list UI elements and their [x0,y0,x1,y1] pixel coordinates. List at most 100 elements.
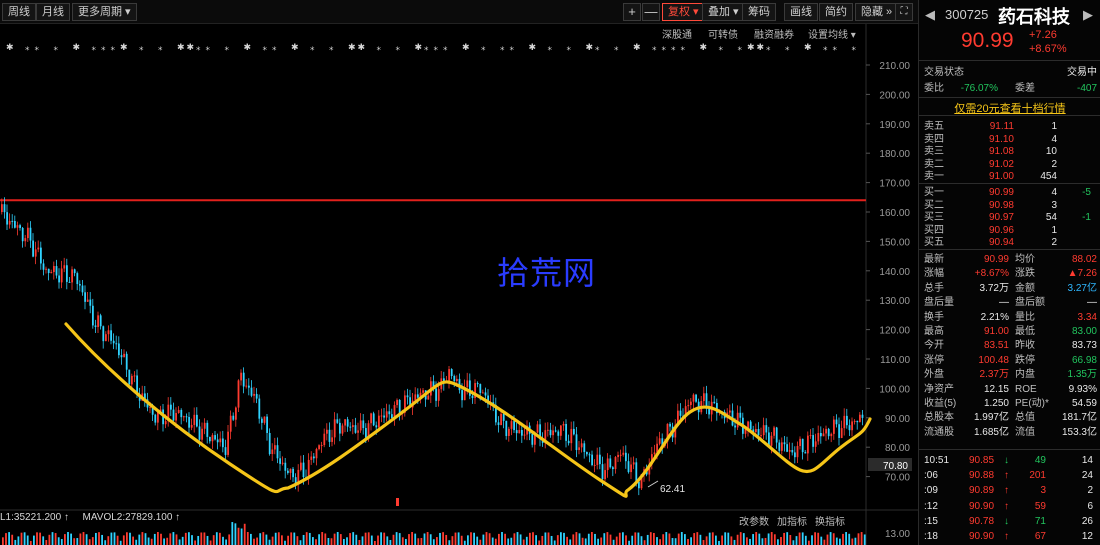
tab-convertible-bond[interactable]: 可转债 [708,26,738,41]
candle-down [40,247,42,264]
next-stock-icon[interactable]: ▶ [1083,7,1093,23]
event-marker-icon: ⁎ [567,43,572,53]
more-periods-button[interactable]: 更多周期 ▾ [72,3,137,21]
volume-bar [395,532,398,545]
volume-bar [355,534,358,545]
volume-tick-label: 13.00 [885,529,910,540]
candle-down [128,369,131,385]
candle-down [461,390,463,401]
ask-row[interactable]: 卖三 91.08 10 [919,145,1100,158]
event-marker-icon: ✱ [586,43,594,53]
tab-margin-trading[interactable]: 融资融券 [754,26,794,41]
event-marker-icon: ⁎ [662,43,667,53]
volume-bar [33,535,35,545]
upgrade-level2-link[interactable]: 仅需20元查看十档行情 [919,100,1100,116]
candle-up [622,452,625,455]
candle-up [133,375,136,377]
bid-row[interactable]: 买四 90.96 1 [919,224,1100,237]
webi-row: 委比 -76.07% 委差 -407 [924,83,1097,94]
tab-hk-connect[interactable]: 深股通 [662,26,692,41]
volume-bar [268,539,271,545]
switch-indicator-link[interactable]: 换指标 [815,513,845,528]
candle-up [422,390,424,393]
volume-bar [863,534,866,545]
candle-down [820,433,822,437]
adjust-button[interactable]: 复权 ▾ [662,3,705,21]
ask-row[interactable]: 卖一 91.00 454 [919,170,1100,183]
fullscreen-icon[interactable]: ⛶ [895,3,913,21]
volume-bar [417,538,420,545]
candle-up [97,315,99,328]
candle-down [242,372,245,387]
candle-down [185,416,188,418]
period-week-button[interactable]: 周线 [2,3,36,21]
volume-bar [690,537,692,545]
event-marker-icon: ✱ [747,43,755,53]
zoom-out-button[interactable]: — [642,3,660,21]
candle-down [502,413,505,421]
candle-up [448,369,450,382]
candle-up [16,225,19,228]
overlay-button[interactable]: 叠加 ▾ [702,3,745,21]
candle-up [34,249,37,257]
volume-bar [789,534,792,545]
volume-bar [711,532,714,545]
candle-down [32,240,34,257]
volume-bar [265,534,268,545]
candle-up [687,405,690,407]
volume-bar [835,537,838,545]
event-marker-icon: ⁎ [329,43,334,53]
bid-row[interactable]: 买五 90.94 2 [919,236,1100,249]
current-price-label: 70.80 [883,461,908,472]
volume-bar [203,532,206,545]
volume-bar [829,532,832,545]
volume-bar [420,537,423,545]
candle-up [190,424,193,428]
bid-row[interactable]: 买一 90.99 4 -5 [919,186,1100,199]
stock-name: 药石科技 [998,7,1070,27]
candle-down [92,305,94,326]
candle-up [690,401,692,406]
prev-stock-icon[interactable]: ◀ [925,7,935,23]
volume-bar [23,532,26,545]
volume-bar [352,532,355,545]
candle-down [42,263,45,270]
candle-up [123,353,125,358]
candle-up [658,438,661,444]
kline-chart[interactable]: 210.00 200.00 190.00 180.00 170.00 160.00 150.… [0,24,918,545]
period-month-button[interactable]: 月线 [36,3,70,21]
set-ma-button[interactable]: 设置均线 ▾ [808,26,856,41]
volume-bar [408,534,410,545]
event-marker-icon: ⁎ [738,43,743,53]
zoom-in-button[interactable]: + [623,3,641,21]
edit-params-link[interactable]: 改参数 [739,513,769,528]
hide-button[interactable]: 隐藏 » [855,3,899,21]
candle-up [341,425,344,434]
event-marker-icon: ✱ [187,43,195,53]
candle-down [757,428,760,436]
ask-row[interactable]: 卖二 91.02 2 [919,158,1100,171]
draw-line-button[interactable]: 画线 [784,3,818,21]
ask-row[interactable]: 卖四 91.10 4 [919,133,1100,146]
volume-bar [516,532,519,545]
chips-button[interactable]: 筹码 [742,3,776,21]
candle-down [79,284,81,286]
volume-bar [336,532,339,545]
volume-bar [429,534,432,545]
event-marker-icon: ⁎ [158,43,163,53]
volume-bar [85,534,88,545]
simple-mode-button[interactable]: 简约 [819,3,853,21]
candle-down [198,426,201,440]
volume-bar [392,534,395,545]
add-indicator-link[interactable]: 加指标 [777,513,807,528]
candle-down [765,425,768,433]
bid-row[interactable]: 买三 90.97 54 -1 [919,211,1100,224]
volume-bar [181,536,184,545]
ask-row[interactable]: 卖五 91.11 1 [919,120,1100,133]
candle-down [406,395,409,398]
event-marker-icon: ⁎ [443,43,448,53]
volume-bar [302,534,305,545]
bid-row[interactable]: 买二 90.98 3 [919,199,1100,212]
candle-down [601,464,604,480]
volume-bar [110,532,113,545]
